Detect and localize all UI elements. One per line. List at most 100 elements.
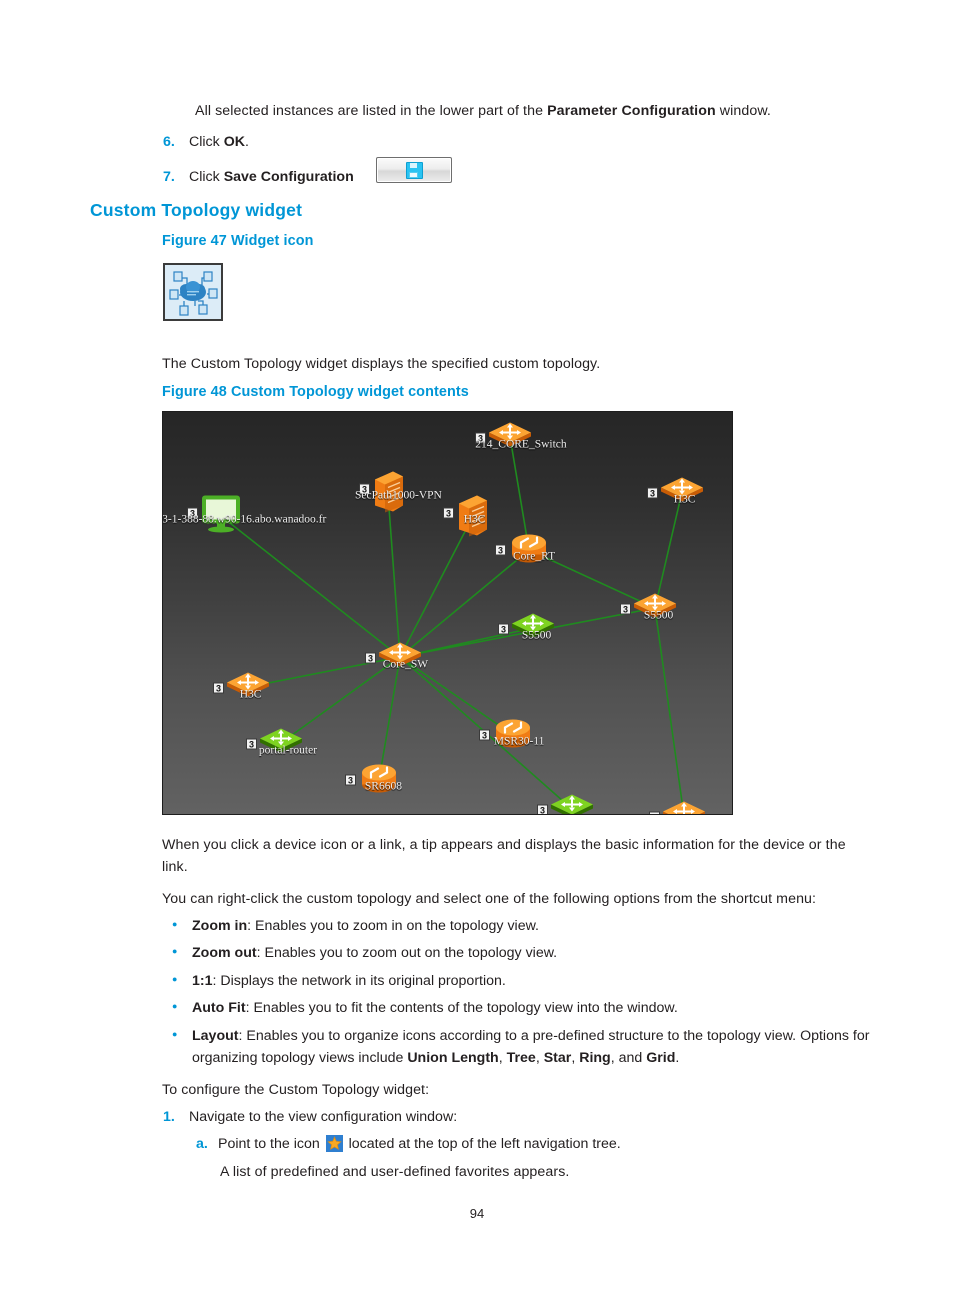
layout-option-separator: ,: [498, 1050, 507, 1066]
topology-node-label: H3C: [463, 513, 486, 526]
topology-node-label: Core_RT: [512, 550, 556, 563]
topology-node-bottom-green-switch[interactable]: 3: [537, 791, 595, 814]
menu-option-zoom-out-text: : Enables you to zoom out on the topolog…: [256, 945, 558, 961]
step-6-number: 6.: [163, 134, 175, 150]
menu-option-auto-fit-label: Auto Fit: [192, 1000, 246, 1016]
topology-node-badge: 3: [365, 652, 376, 664]
step-6-body: Click OK.: [189, 131, 863, 153]
topology-node-badge: 3: [620, 603, 631, 615]
step-6-text-after: .: [244, 134, 249, 150]
bullet-dot-icon: [162, 915, 192, 935]
menu-option-one-to-one-label: 1:1: [192, 973, 213, 989]
topology-node-bottom-orange-switch[interactable]: 3: [649, 798, 707, 814]
figure-48-caption: Figure 48 Custom Topology widget content…: [162, 384, 469, 400]
step-7-bold-save-configuration: Save Configuration: [223, 169, 354, 185]
menu-option-layout-text: : Enables you to organize icons accordin…: [238, 1028, 797, 1044]
figure-47-caption: Figure 47 Widget icon: [162, 233, 314, 249]
topology-node-badge: 3: [246, 738, 257, 750]
topology-node-core-sw[interactable]: 3 Core_SW: [365, 639, 428, 676]
configure-substep-a-number: a.: [196, 1136, 208, 1152]
topology-node-badge: 3: [649, 811, 660, 814]
bullet-dot-icon: [162, 1025, 192, 1045]
step-6: 6. Click OK.: [163, 131, 863, 153]
topology-node-badge: 3: [495, 544, 506, 556]
save-configuration-button[interactable]: [376, 157, 452, 183]
configure-result-text: A list of predefined and user-defined fa…: [220, 1164, 570, 1180]
topology-node-core-rt[interactable]: 3 Core_RT: [495, 531, 555, 570]
topology-node-label: SR6608: [364, 780, 402, 793]
layout-option-separator: , and: [610, 1050, 647, 1066]
tip-paragraph: When you click a device icon or a link, …: [162, 837, 846, 875]
topology-node-core-switch-214[interactable]: 3 214_CORE_Switch: [475, 419, 567, 456]
bullet-dot-icon: [162, 997, 192, 1017]
bullet-dot-icon: [162, 942, 192, 962]
menu-option-one-to-one-body: 1:1: Displays the network in its origina…: [192, 970, 882, 992]
topology-node-badge: 3: [498, 623, 509, 635]
configure-intro: To configure the Custom Topology widget:: [162, 1082, 430, 1098]
configure-substep-a: a. Point to the icon located at the top …: [196, 1133, 876, 1155]
topology-node-portal-router[interactable]: 3 portal-router: [246, 725, 317, 762]
intro-paragraph: All selected instances are listed in the…: [195, 100, 885, 122]
topology-node-h3c-right-top[interactable]: 3 H3C: [647, 474, 705, 511]
widget-description: The Custom Topology widget displays the …: [162, 356, 601, 372]
step-6-bold-ok: OK: [223, 134, 245, 150]
menu-option-one-to-one-text: : Displays the network in its original p…: [212, 973, 506, 989]
topology-node-workstation[interactable]: 3 53-1-388-88.w90-16.abo.wanadoo.fr: [163, 494, 326, 539]
topology-node-label: 53-1-388-88.w90-16.abo.wanadoo.fr: [162, 513, 327, 526]
section-heading-custom-topology-widget: Custom Topology widget: [90, 200, 303, 220]
page-number: 94: [469, 1206, 485, 1221]
intro-bold-parameter-configuration: Parameter Configuration: [547, 103, 716, 119]
intro-text-after: window.: [715, 103, 771, 119]
menu-option-layout-label: Layout: [192, 1028, 239, 1044]
custom-topology-widget-icon: [163, 263, 223, 321]
layout-option-tree: Tree: [506, 1050, 536, 1066]
topology-link[interactable]: [654, 607, 685, 815]
topology-node-label: H3C: [239, 688, 262, 701]
star-glyph: [327, 1136, 342, 1150]
topology-node-label: S5500: [521, 629, 552, 642]
topology-node-h3c-left[interactable]: 3 H3C: [213, 669, 271, 706]
topology-node-badge: 3: [443, 507, 454, 519]
topology-node-label: portal-router: [258, 744, 318, 757]
layout-options-list: Union Length, Tree, Star, Ring, and Grid: [407, 1050, 675, 1066]
menu-option-zoom-in-body: Zoom in: Enables you to zoom in on the t…: [192, 915, 882, 937]
menu-option-auto-fit: Auto Fit: Enables you to fit the content…: [162, 997, 882, 1019]
menu-option-zoom-in-text: : Enables you to zoom in on the topology…: [247, 918, 539, 934]
step-7: 7. Click Save Configuration.: [163, 166, 863, 188]
configure-step-1: 1. Navigate to the view configuration wi…: [163, 1106, 863, 1128]
topology-node-badge: 3: [537, 804, 548, 814]
topology-node-label: SecPath1000-VPN: [354, 489, 442, 502]
menu-option-zoom-in: Zoom in: Enables you to zoom in on the t…: [162, 915, 882, 937]
layout-option-union-length: Union Length: [407, 1050, 499, 1066]
menu-option-one-to-one: 1:1: Displays the network in its origina…: [162, 970, 882, 992]
menu-option-zoom-out-body: Zoom out: Enables you to zoom out on the…: [192, 942, 882, 964]
step-7-number: 7.: [163, 169, 175, 185]
topology-node-badge: 3: [479, 729, 490, 741]
topology-node-sr6608[interactable]: 3 SR6608: [345, 761, 402, 800]
substep-a-text-before: Point to the icon: [218, 1136, 324, 1152]
layout-option-separator: ,: [535, 1050, 544, 1066]
menu-option-layout-body: Layout: Enables you to organize icons ac…: [192, 1025, 882, 1069]
step-7-body: Click Save Configuration.: [189, 166, 863, 188]
topology-node-s5500-green[interactable]: 3 S5500: [498, 610, 556, 647]
topology-node-badge: 3: [213, 682, 224, 694]
topology-node-h3c-firewall[interactable]: 3 H3C: [443, 494, 489, 543]
favorites-star-icon[interactable]: [325, 1135, 343, 1152]
topology-node-label: H3C: [673, 493, 696, 506]
configure-substep-a-body: Point to the icon located at the top of …: [218, 1133, 876, 1155]
layout-option-star: Star: [543, 1050, 572, 1066]
menu-option-zoom-out: Zoom out: Enables you to zoom out on the…: [162, 942, 882, 964]
menu-option-auto-fit-body: Auto Fit: Enables you to fit the content…: [192, 997, 882, 1019]
floppy-disk-icon: [405, 161, 423, 179]
menu-option-auto-fit-text: : Enables you to fit the contents of the…: [245, 1000, 678, 1016]
topology-node-label: 214_CORE_Switch: [475, 438, 567, 451]
topology-node-msr30-11[interactable]: 3 MSR30-11: [479, 716, 544, 755]
topology-node-badge: 3: [345, 774, 356, 786]
configure-step-1-number: 1.: [163, 1109, 175, 1125]
custom-topology-screenshot[interactable]: 3 214_CORE_Switch 3 H3C 3 SecPath1000-VPN 3 H3C…: [162, 411, 733, 815]
layout-option-grid: Grid: [646, 1050, 676, 1066]
topology-node-s5500-right[interactable]: 3 S5500: [620, 590, 678, 627]
topology-node-secpath1000-vpn[interactable]: 3 SecPath1000-VPN: [355, 470, 442, 519]
layout-options-suffix: .: [675, 1050, 680, 1066]
topology-link[interactable]: [220, 515, 401, 658]
